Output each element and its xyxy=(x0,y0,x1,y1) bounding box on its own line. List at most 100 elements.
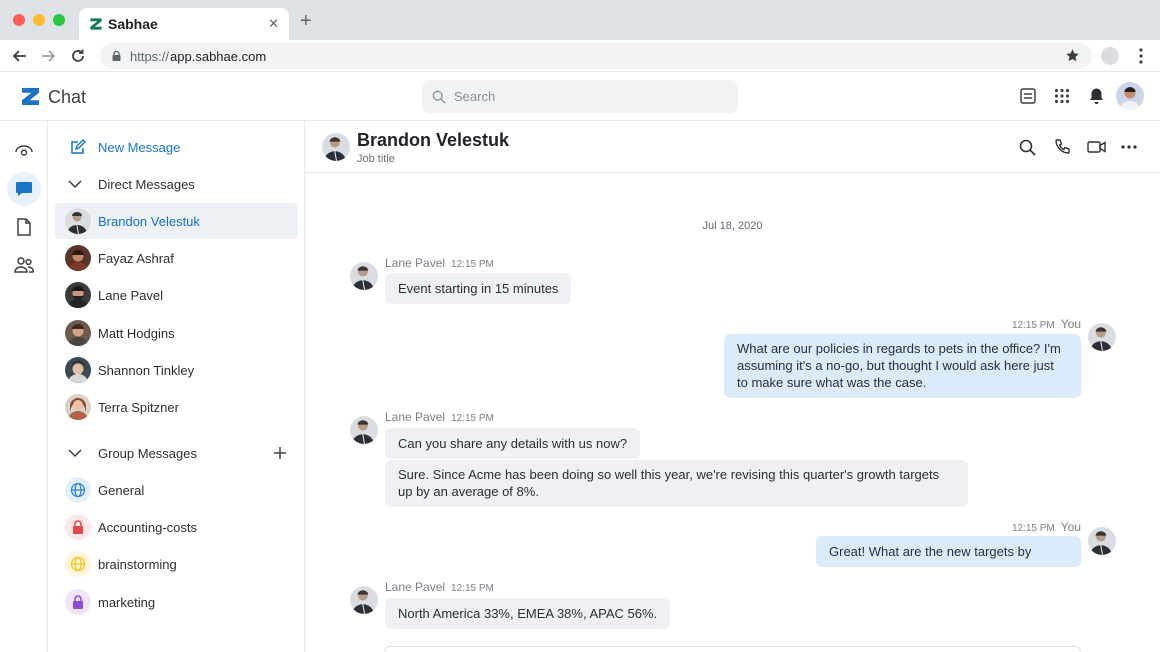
message-bubble[interactable]: North America 33%, EMEA 38%, APAC 56%. xyxy=(385,598,671,629)
group-item-general[interactable]: General xyxy=(55,472,298,508)
browser-tab[interactable]: Sabhae ✕ xyxy=(79,8,289,40)
message-bubble[interactable]: What are our policies in regards to pets… xyxy=(724,334,1081,398)
compose-icon xyxy=(65,134,91,160)
avatar xyxy=(65,320,91,346)
avatar xyxy=(65,394,91,420)
apps-grid-icon[interactable] xyxy=(1052,86,1072,106)
dm-item-label: Brandon Velestuk xyxy=(98,213,200,229)
contact-name: Brandon Velestuk xyxy=(357,130,510,150)
direct-messages-header: Direct Messages xyxy=(98,176,195,192)
sender-name: You xyxy=(1060,317,1081,331)
new-tab-icon[interactable]: + xyxy=(300,11,312,31)
sender-avatar[interactable] xyxy=(350,586,378,614)
bookmark-star-icon[interactable] xyxy=(1065,48,1080,63)
dm-item-matt-hodgins[interactable]: Matt Hodgins xyxy=(55,315,298,351)
back-arrow-icon[interactable] xyxy=(10,46,30,66)
minimize-window-button[interactable] xyxy=(33,14,45,26)
notification-bell-icon[interactable] xyxy=(1086,86,1106,106)
message-bubble[interactable]: Can you share any details with us now? xyxy=(385,428,641,459)
sender-avatar[interactable] xyxy=(350,416,378,444)
app-header: Chat Search xyxy=(0,72,1160,121)
dm-item-terra-spitzner[interactable]: Terra Spitzner xyxy=(55,389,298,425)
lock-icon xyxy=(65,514,91,540)
sender-avatar[interactable] xyxy=(1088,323,1116,351)
new-message-button[interactable]: New Message xyxy=(55,129,298,165)
app-name: Chat xyxy=(48,87,87,107)
left-nav-rail xyxy=(0,121,48,652)
user-avatar[interactable] xyxy=(1116,82,1144,110)
message-time: 12:15 PM xyxy=(451,259,494,270)
sender-name: Lane Pavel xyxy=(385,580,446,594)
browser-toolbar: https:// app.sabhae.com xyxy=(0,40,1160,72)
dm-item-lane-pavel[interactable]: Lane Pavel xyxy=(55,277,298,313)
url-host: app.sabhae.com xyxy=(170,48,267,64)
avatar xyxy=(65,282,91,308)
contact-job-title: Job title xyxy=(357,153,395,165)
dm-item-label: Shannon Tinkley xyxy=(98,362,195,378)
close-window-button[interactable] xyxy=(13,14,25,26)
chat-bubble-icon[interactable] xyxy=(7,172,41,206)
maximize-window-button[interactable] xyxy=(53,14,65,26)
inbox-icon[interactable] xyxy=(1018,86,1038,106)
people-icon[interactable] xyxy=(7,248,41,282)
message-meta: Lane Pavel 12:15 PM xyxy=(385,580,494,594)
message-meta: Lane Pavel 12:15 PM xyxy=(385,256,494,270)
search-placeholder: Search xyxy=(454,89,496,104)
sender-avatar[interactable] xyxy=(350,262,378,290)
dm-item-shannon-tinkley[interactable]: Shannon Tinkley xyxy=(55,352,298,388)
browser-tab-strip: Sabhae ✕ + xyxy=(0,0,1160,40)
chat-header: Brandon Velestuk Job title xyxy=(305,121,1160,173)
message-meta: 12:15 PM You xyxy=(1012,520,1081,534)
group-item-label: Accounting-costs xyxy=(98,519,197,535)
dm-item-label: Matt Hodgins xyxy=(98,325,175,341)
new-message-label: New Message xyxy=(98,139,181,155)
global-search-input[interactable]: Search xyxy=(422,80,738,113)
phone-icon[interactable] xyxy=(1052,137,1072,157)
date-separator: Jul 18, 2020 xyxy=(702,220,763,232)
tab-title: Sabhae xyxy=(108,16,158,32)
document-icon[interactable] xyxy=(7,210,41,244)
message-composer[interactable] xyxy=(384,646,1081,652)
message-bubble[interactable]: Great! What are the new targets by xyxy=(816,536,1081,567)
globe-icon xyxy=(65,477,91,503)
message-meta: Lane Pavel 12:15 PM xyxy=(385,410,494,424)
sender-avatar[interactable] xyxy=(1088,527,1116,555)
chevron-down-icon xyxy=(65,440,85,466)
sabhae-logo-icon xyxy=(90,18,102,30)
activity-eye-icon[interactable] xyxy=(7,134,41,168)
video-camera-icon[interactable] xyxy=(1086,137,1106,157)
message-bubble[interactable]: Event starting in 15 minutes xyxy=(385,273,572,304)
message-time: 12:15 PM xyxy=(1011,523,1055,534)
chevron-down-icon xyxy=(65,171,85,197)
lock-icon xyxy=(65,589,91,615)
direct-messages-toggle[interactable]: Direct Messages xyxy=(55,166,298,202)
message-meta: 12:15 PM You xyxy=(1012,317,1081,331)
forward-arrow-icon[interactable] xyxy=(38,46,58,66)
avatar xyxy=(65,245,91,271)
address-bar[interactable]: https:// app.sabhae.com xyxy=(100,43,1092,69)
group-item-accounting-costs[interactable]: Accounting-costs xyxy=(55,509,298,545)
more-options-icon[interactable] xyxy=(1119,137,1139,157)
browser-menu-icon[interactable] xyxy=(1136,48,1146,64)
lock-icon xyxy=(112,51,121,61)
app-logo-icon[interactable] xyxy=(21,87,40,106)
sender-name: Lane Pavel xyxy=(385,410,446,424)
group-item-brainstorming[interactable]: brainstorming xyxy=(55,546,298,582)
contact-avatar[interactable] xyxy=(322,133,350,161)
reload-icon[interactable] xyxy=(68,46,88,66)
sender-name: Lane Pavel xyxy=(385,256,446,270)
add-group-icon[interactable] xyxy=(271,444,289,462)
group-messages-header: Group Messages xyxy=(98,445,197,461)
search-icon xyxy=(432,90,446,104)
group-item-label: General xyxy=(98,482,145,498)
group-item-marketing[interactable]: marketing xyxy=(55,584,298,620)
search-icon[interactable] xyxy=(1017,137,1037,157)
browser-profile-avatar[interactable] xyxy=(1101,47,1119,65)
dm-item-fayaz-ashraf[interactable]: Fayaz Ashraf xyxy=(55,240,298,276)
dm-item-brandon-velestuk[interactable]: Brandon Velestuk xyxy=(55,203,298,239)
group-messages-toggle[interactable]: Group Messages xyxy=(55,435,298,471)
tab-close-icon[interactable]: ✕ xyxy=(268,16,279,32)
dm-item-label: Lane Pavel xyxy=(98,287,164,303)
message-bubble[interactable]: Sure. Since Acme has been doing so well … xyxy=(385,460,968,507)
avatar xyxy=(65,357,91,383)
